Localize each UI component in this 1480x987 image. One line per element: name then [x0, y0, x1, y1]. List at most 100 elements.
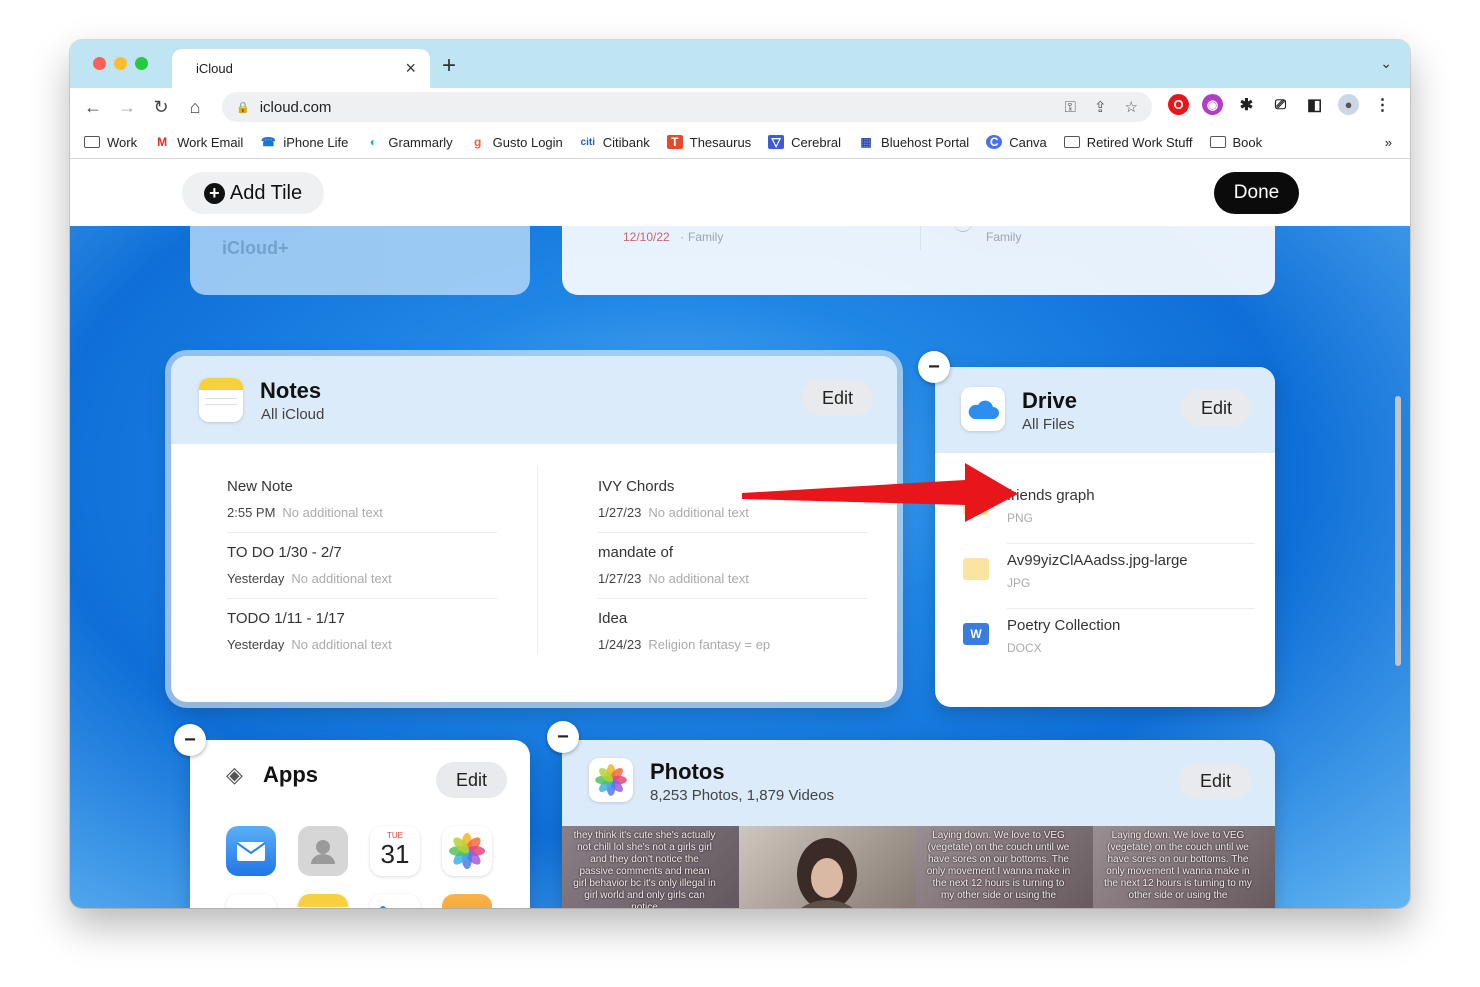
browser-window: iCloud × + ⌄ ← → ↻ ⌂ 🔒 icloud.com ⚿ ⇪ ☆ … — [70, 40, 1410, 908]
drive-tile[interactable]: Drive All Files Edit friends graph PNG A… — [935, 367, 1275, 707]
thesaurus-icon: T — [666, 135, 683, 149]
share-icon[interactable]: ⇪ — [1094, 98, 1107, 116]
bookmark-label: Book — [1232, 134, 1263, 150]
canva-icon: C — [986, 135, 1003, 149]
apps-title: Apps — [263, 762, 318, 787]
zoom-window-button[interactable] — [135, 57, 148, 70]
bluehost-grid-icon: ▦ — [860, 135, 872, 149]
note-date: 1/27/23 — [598, 571, 642, 586]
bookmark-retired-work-stuff[interactable]: Retired Work Stuff — [1063, 134, 1193, 150]
reminders-app-icon[interactable] — [370, 894, 420, 908]
icloud-drive-app-icon[interactable] — [226, 894, 276, 908]
file-item[interactable]: W Poetry Collection DOCX — [963, 617, 1253, 677]
photo-thumbnail[interactable]: Laying down. We love to VEG (vegetate) o… — [1093, 826, 1275, 908]
bookmark-gusto-login[interactable]: g Gusto Login — [470, 135, 563, 150]
photos-tile[interactable]: Photos 8,253 Photos, 1,879 Videos Edit t… — [562, 740, 1275, 908]
lock-icon: 🔒 — [236, 101, 250, 114]
tab-search-icon[interactable]: ⌄ — [1380, 55, 1392, 72]
done-button[interactable]: Done — [1214, 172, 1299, 214]
photos-title: Photos — [650, 759, 725, 784]
note-item[interactable]: mandate of 1/27/23 No additional text — [598, 544, 868, 599]
bookmark-work-email[interactable]: M Work Email — [154, 135, 243, 150]
bookmark-label: Thesaurus — [689, 134, 752, 150]
close-window-button[interactable] — [93, 57, 106, 70]
apps-edit-button[interactable]: Edit — [436, 762, 508, 798]
more-bookmarks-button[interactable]: » — [1385, 135, 1392, 150]
url-text[interactable]: icloud.com — [260, 99, 1047, 116]
tab-icloud[interactable]: iCloud × — [172, 49, 430, 88]
bookmark-grammarly[interactable]: ◐ Grammarly — [365, 134, 453, 150]
note-date: 2:55 PM — [227, 505, 276, 520]
bookmark-cerebral[interactable]: ▽ Cerebral — [768, 135, 841, 150]
bookmark-iphone-life[interactable]: ☎ iPhone Life — [260, 135, 349, 150]
file-type: PNG — [1007, 511, 1034, 525]
menu-icon[interactable]: ⋮ — [1372, 94, 1393, 115]
reload-icon[interactable]: ↻ — [144, 97, 178, 118]
remove-drive-tile-button[interactable]: − — [918, 351, 950, 383]
photo-thumbnail[interactable]: Laying down. We love to VEG (vegetate) o… — [916, 826, 1093, 908]
bookmark-label: Retired Work Stuff — [1086, 134, 1193, 150]
cast-icon[interactable]: ⎚ — [1270, 94, 1291, 115]
note-preview: Religion fantasy = ep — [648, 637, 771, 652]
add-tile-button[interactable]: + Add Tile — [182, 172, 324, 214]
mail-app-icon[interactable] — [226, 826, 276, 876]
photo-thumbnail[interactable]: they think it's cute she's actually not … — [562, 826, 739, 908]
drive-cloud-icon — [961, 387, 1005, 431]
note-item[interactable]: New Note 2:55 PM No additional text — [227, 478, 497, 533]
page-scrollbar[interactable] — [1395, 396, 1401, 666]
remove-apps-tile-button[interactable]: − — [174, 724, 206, 756]
grammarly-icon: ◐ — [369, 135, 378, 149]
puzzle-extensions-icon[interactable]: ✱ — [1236, 94, 1257, 115]
photos-subtitle: 8,253 Photos, 1,879 Videos — [650, 787, 835, 804]
icloud-content: + Add Tile Done iCloud+ 12/10/22 · Famil… — [70, 160, 1410, 908]
side-panel-icon[interactable]: ◧ — [1304, 94, 1325, 115]
home-icon[interactable]: ⌂ — [178, 97, 212, 118]
bookmark-label: Work — [107, 134, 138, 150]
forward-icon[interactable]: → — [110, 97, 144, 118]
bookmarks-bar: Work M Work Email ☎ iPhone Life ◐ Grammarly… — [70, 126, 1410, 159]
bookmark-label: Grammarly — [388, 134, 453, 150]
file-type: JPG — [1007, 576, 1031, 590]
camera-extension-icon[interactable]: ◉ — [1202, 94, 1223, 115]
bookmark-star-icon[interactable]: ☆ — [1125, 98, 1138, 116]
opera-extension-icon[interactable]: O — [1168, 94, 1189, 115]
drive-edit-button[interactable]: Edit — [1181, 390, 1253, 426]
bookmark-thesaurus[interactable]: T Thesaurus — [666, 134, 752, 150]
bookmark-work[interactable]: Work — [84, 135, 137, 150]
key-icon[interactable]: ⚿ — [1065, 99, 1076, 116]
photo-thumbnail[interactable] — [739, 826, 916, 908]
bookmark-label: Cerebral — [791, 134, 842, 150]
note-preview: No additional text — [291, 571, 392, 586]
new-tab-button[interactable]: + — [442, 52, 456, 80]
note-preview: No additional text — [282, 505, 383, 520]
back-icon[interactable]: ← — [76, 97, 110, 118]
address-bar[interactable]: 🔒 icloud.com ⚿ ⇪ ☆ — [222, 92, 1152, 122]
profile-avatar[interactable]: ● — [1338, 94, 1359, 115]
contacts-app-icon[interactable] — [298, 826, 348, 876]
bookmark-canva[interactable]: C Canva — [986, 135, 1047, 150]
note-item[interactable]: TO DO 1/30 - 2/7 Yesterday No additional t… — [227, 544, 497, 599]
bookmark-bluehost-portal[interactable]: ▦ Bluehost Portal — [858, 135, 969, 150]
note-preview: No additional text — [291, 637, 392, 652]
cerebral-icon: ▽ — [768, 135, 785, 149]
notes-tile[interactable]: Notes All iCloud Edit New Note 2:55 PM No … — [171, 356, 897, 702]
close-tab-icon[interactable]: × — [405, 58, 416, 79]
note-item[interactable]: Idea 1/24/23 Religion fantasy = ep — [598, 610, 868, 664]
minimize-window-button[interactable] — [114, 57, 127, 70]
notes-app-icon[interactable] — [298, 894, 348, 908]
file-item[interactable]: friends graph PNG — [963, 487, 1255, 547]
remove-photos-tile-button[interactable]: − — [547, 721, 579, 753]
calendar-app-icon[interactable]: TUE 31 — [370, 826, 420, 876]
pages-app-icon[interactable] — [442, 894, 492, 908]
photos-edit-button[interactable]: Edit — [1180, 763, 1252, 799]
note-item[interactable]: TODO 1/11 - 1/17 Yesterday No additional t… — [227, 610, 497, 664]
note-item[interactable]: IVY Chords 1/27/23 No additional text — [598, 478, 868, 533]
bookmark-citibank[interactable]: citi Citibank — [580, 135, 650, 150]
bookmark-label: Gusto Login — [492, 134, 563, 150]
apps-tile[interactable]: ◈ Apps Edit TUE 31 — [190, 740, 530, 908]
notes-edit-button[interactable]: Edit — [802, 380, 874, 416]
file-item[interactable]: Av99yizClAAadss.jpg-large JPG — [963, 552, 1255, 612]
add-tile-label: Add Tile — [229, 181, 303, 204]
photos-app-icon[interactable] — [442, 826, 492, 876]
bookmark-book[interactable]: Book — [1209, 134, 1263, 150]
